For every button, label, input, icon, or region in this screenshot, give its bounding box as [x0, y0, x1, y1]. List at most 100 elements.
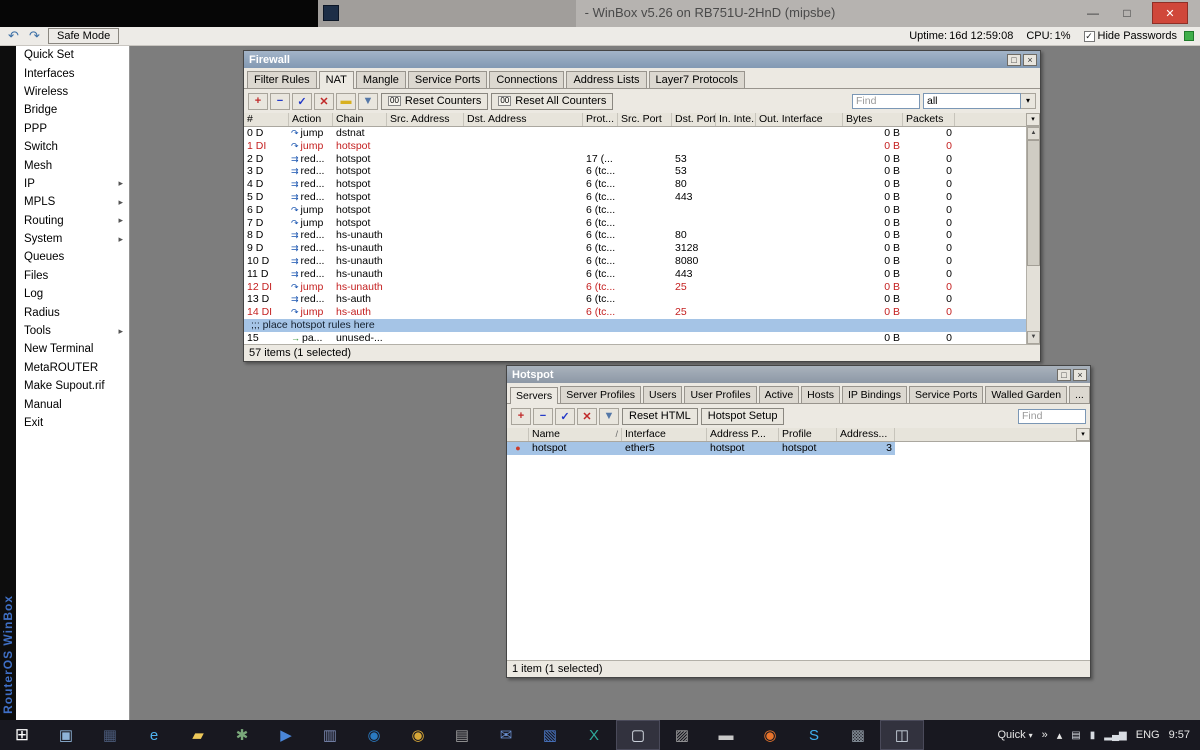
remove-button[interactable]: − [533, 408, 553, 425]
firewall-rule-row[interactable]: 0 D↷jumpdstnat0 B0 [244, 127, 1026, 140]
app-icon-4[interactable]: ◉ [352, 720, 396, 750]
tab-servers[interactable]: Servers [510, 387, 558, 404]
hotspot-maximize-button[interactable]: □ [1057, 369, 1071, 381]
firewall-rule-row[interactable]: 11 D⇉red...hs-unauth6 (tc...4430 B0 [244, 268, 1026, 281]
sidebar-item-quick-set[interactable]: Quick Set [16, 46, 129, 64]
tab-service-ports[interactable]: Service Ports [909, 386, 983, 403]
media-player-icon[interactable]: ▶ [264, 720, 308, 750]
sidebar-item-exit[interactable]: Exit [16, 414, 129, 432]
sidebar-item-files[interactable]: Files [16, 267, 129, 285]
close-button[interactable]: ✕ [1152, 2, 1188, 24]
filter-button[interactable]: ▼ [358, 93, 378, 110]
firewall-rule-row[interactable]: 12 DI↷jumphs-unauth6 (tc...250 B0 [244, 281, 1026, 294]
sidebar-item-ppp[interactable]: PPP [16, 120, 129, 138]
firewall-scrollbar[interactable]: ▲ ▼ [1026, 127, 1040, 344]
browser-icon[interactable]: ◉ [748, 720, 792, 750]
app-icon-8[interactable]: X [572, 720, 616, 750]
hotspot-close-button[interactable]: × [1073, 369, 1087, 381]
sidebar-item-bridge[interactable]: Bridge [16, 101, 129, 119]
scrollbar-thumb[interactable] [1027, 140, 1040, 266]
winbox-active-icon[interactable]: ◫ [880, 720, 924, 750]
enable-button[interactable]: ✓ [555, 408, 575, 425]
firewall-titlebar[interactable]: Firewall □ × [244, 51, 1040, 68]
column-header-out-interface[interactable]: Out. Interface [756, 113, 843, 126]
sidebar-item-tools[interactable]: Tools▸ [16, 322, 129, 340]
column-header-profile[interactable]: Profile [779, 428, 837, 441]
disable-button[interactable]: ✕ [577, 408, 597, 425]
sidebar-item-routing[interactable]: Routing▸ [16, 212, 129, 230]
column-header-address-p[interactable]: Address P... [707, 428, 779, 441]
firewall-rule-row[interactable]: 5 D⇉red...hotspot6 (tc...4430 B0 [244, 191, 1026, 204]
reset-all-counters-button[interactable]: 00 Reset All Counters [491, 93, 613, 110]
column-header-x[interactable]: # [244, 113, 289, 126]
firewall-rule-row[interactable]: 6 D↷jumphotspot6 (tc...0 B0 [244, 204, 1026, 217]
column-header-in-inte[interactable]: In. Inte... [716, 113, 756, 126]
app-icon-3[interactable]: ▥ [308, 720, 352, 750]
folder-icon[interactable]: ▰ [176, 720, 220, 750]
redo-icon[interactable]: ↷ [27, 28, 42, 44]
app-icon-10[interactable]: ▩ [836, 720, 880, 750]
sidebar-item-interfaces[interactable]: Interfaces [16, 64, 129, 82]
quick-launch-label[interactable]: Quick▾ [998, 729, 1033, 741]
window-titlebar[interactable]: - WinBox v5.26 on RB751U-2HnD (mipsbe) —… [0, 0, 1200, 27]
display-tray-icon[interactable]: ▤ [1071, 730, 1080, 741]
app-icon-7[interactable]: ▧ [528, 720, 572, 750]
firewall-rule-row[interactable]: 1 DI↷jumphotspot0 B0 [244, 140, 1026, 153]
enable-button[interactable]: ✓ [292, 93, 312, 110]
column-header-action[interactable]: Action [289, 113, 333, 126]
comment-button[interactable]: ▬ [336, 93, 356, 110]
battery-icon[interactable]: ▮ [1090, 730, 1096, 741]
firewall-maximize-button[interactable]: □ [1007, 54, 1021, 66]
hide-passwords-checkbox[interactable]: ✓ [1084, 31, 1095, 42]
language-indicator[interactable]: ENG [1136, 729, 1160, 741]
sidebar-item-wireless[interactable]: Wireless [16, 83, 129, 101]
tray-expand-icon[interactable]: ▴ [1057, 729, 1063, 742]
tab-connections[interactable]: Connections [489, 71, 564, 88]
tab-layer7-protocols[interactable]: Layer7 Protocols [649, 71, 746, 88]
column-header-src-address[interactable]: Src. Address [387, 113, 464, 126]
start-button[interactable]: ⊞ [0, 720, 44, 750]
column-header-dst-port[interactable]: Dst. Port [672, 113, 716, 126]
internet-explorer-icon[interactable]: e [132, 720, 176, 750]
computer-icon[interactable]: ▣ [44, 720, 88, 750]
sidebar-item-mesh[interactable]: Mesh [16, 156, 129, 174]
column-header-interface[interactable]: Interface [622, 428, 707, 441]
tab-active[interactable]: Active [759, 386, 800, 403]
firewall-find-input[interactable] [852, 94, 920, 109]
firewall-rule-row[interactable]: 14 DI↷jumphs-auth6 (tc...250 B0 [244, 306, 1026, 319]
column-header-name[interactable]: Name/ [529, 428, 622, 441]
column-header-src-port[interactable]: Src. Port [618, 113, 672, 126]
column-header-chain[interactable]: Chain [333, 113, 387, 126]
sidebar-item-system[interactable]: System▸ [16, 230, 129, 248]
add-button[interactable]: + [248, 93, 268, 110]
tab-address-lists[interactable]: Address Lists [566, 71, 646, 88]
safe-mode-button[interactable]: Safe Mode [48, 28, 119, 44]
tab-server-profiles[interactable]: Server Profiles [560, 386, 641, 403]
scroll-up-button[interactable]: ▲ [1027, 127, 1040, 140]
add-button[interactable]: + [511, 408, 531, 425]
firewall-rule-row[interactable]: 15→pa...unused-...0 B0 [244, 332, 1026, 344]
sidebar-item-metarouter[interactable]: MetaROUTER [16, 359, 129, 377]
firewall-comment-row[interactable]: ;;; place hotspot rules here [244, 319, 1026, 332]
app-icon-1[interactable]: ▦ [88, 720, 132, 750]
sidebar-item-make-supout-rif[interactable]: Make Supout.rif [16, 377, 129, 395]
tab-nat[interactable]: NAT [319, 71, 354, 89]
tab-filter-rules[interactable]: Filter Rules [247, 71, 317, 88]
tab-mangle[interactable]: Mangle [356, 71, 406, 88]
tab-ip-bindings[interactable]: IP Bindings [842, 386, 907, 403]
tab-hosts[interactable]: Hosts [801, 386, 840, 403]
tab-x[interactable]: ... [1069, 386, 1090, 403]
clock[interactable]: 9:57 [1169, 729, 1190, 741]
sidebar-item-queues[interactable]: Queues [16, 248, 129, 266]
sidebar-item-ip[interactable]: IP▸ [16, 175, 129, 193]
filter-dropdown[interactable]: all [923, 93, 1021, 109]
tab-users[interactable]: Users [643, 386, 682, 403]
chevrons-icon[interactable]: » [1042, 729, 1048, 741]
reset-html-button[interactable]: Reset HTML [622, 408, 698, 425]
sidebar-item-log[interactable]: Log [16, 285, 129, 303]
mail-icon[interactable]: ✉ [484, 720, 528, 750]
column-header-bytes[interactable]: Bytes [843, 113, 903, 126]
tab-walled-garden[interactable]: Walled Garden [985, 386, 1067, 403]
firewall-rule-row[interactable]: 13 D⇉red...hs-auth6 (tc...0 B0 [244, 293, 1026, 306]
filter-button[interactable]: ▼ [599, 408, 619, 425]
